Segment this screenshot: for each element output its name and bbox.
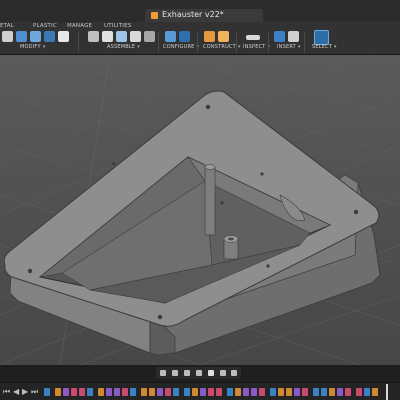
joint-origin-icon[interactable] <box>130 31 141 42</box>
ribbon-separator <box>268 32 269 52</box>
timeline-feature[interactable] <box>270 388 276 396</box>
viewports-icon[interactable] <box>231 370 237 376</box>
timeline-feature[interactable] <box>227 388 233 396</box>
insert-derive-icon[interactable] <box>274 31 285 42</box>
timeline-feature[interactable] <box>235 388 241 396</box>
move-copy-icon[interactable] <box>58 31 69 42</box>
group-modify[interactable]: MODIFY ▾ <box>20 44 45 50</box>
press-pull-icon[interactable] <box>2 31 13 42</box>
joint-icon[interactable] <box>102 31 113 42</box>
rigid-group-icon[interactable] <box>144 31 155 42</box>
ribbon-separator <box>304 32 305 52</box>
as-built-joint-icon[interactable] <box>116 31 127 42</box>
group-assemble[interactable]: ASSEMBLE ▾ <box>107 44 140 50</box>
timeline-feature[interactable] <box>302 388 308 396</box>
ribbon-separator <box>197 32 198 52</box>
timeline: ⏮ ◀ ▶ ⏭ <box>0 382 400 400</box>
combine-icon[interactable] <box>44 31 55 42</box>
timeline-feature[interactable] <box>364 388 370 396</box>
timeline-feature[interactable] <box>106 388 112 396</box>
timeline-feature[interactable] <box>157 388 163 396</box>
timeline-feature[interactable] <box>345 388 351 396</box>
tab-utilities[interactable]: UTILITIES <box>104 23 131 29</box>
document-title: Exhauster v22* <box>162 10 224 19</box>
offset-plane-icon[interactable] <box>204 31 215 42</box>
measure-icon[interactable] <box>246 35 260 40</box>
tab-plastic[interactable]: PLASTIC <box>33 23 57 29</box>
timeline-feature[interactable] <box>200 388 206 396</box>
configure-table-icon[interactable] <box>165 31 176 42</box>
timeline-feature[interactable] <box>208 388 214 396</box>
timeline-feature[interactable] <box>192 388 198 396</box>
configure-rule-icon[interactable] <box>179 31 190 42</box>
timeline-feature[interactable] <box>313 388 319 396</box>
midplane-icon[interactable] <box>218 31 229 42</box>
fusion-app-window: Exhauster v22* ETAL PLASTIC MANAGE UTILI… <box>0 0 400 400</box>
group-inspect[interactable]: INSPECT▾ <box>243 44 270 50</box>
timeline-feature[interactable] <box>114 388 120 396</box>
grid-icon[interactable] <box>220 370 226 376</box>
orbit-icon[interactable] <box>160 370 166 376</box>
timeline-feature[interactable] <box>321 388 327 396</box>
zoom-icon[interactable] <box>184 370 190 376</box>
timeline-feature[interactable] <box>337 388 343 396</box>
timeline-feature[interactable] <box>44 388 50 396</box>
timeline-feature[interactable] <box>286 388 292 396</box>
timeline-feature[interactable] <box>63 388 69 396</box>
group-select[interactable]: SELECT ▾ <box>312 44 337 50</box>
tab-manage[interactable]: MANAGE <box>67 23 92 29</box>
ribbon-separator <box>158 32 159 52</box>
timeline-feature[interactable] <box>356 388 362 396</box>
pan-icon[interactable] <box>172 370 178 376</box>
timeline-feature[interactable] <box>130 388 136 396</box>
document-tab[interactable]: Exhauster v22* <box>145 9 263 22</box>
timeline-feature[interactable] <box>71 388 77 396</box>
timeline-feature[interactable] <box>278 388 284 396</box>
group-construct[interactable]: CONSTRUCT ▾ <box>203 44 241 50</box>
model-canvas[interactable] <box>0 55 400 365</box>
timeline-feature[interactable] <box>98 388 104 396</box>
title-bar: Exhauster v22* <box>0 0 400 22</box>
timeline-feature[interactable] <box>149 388 155 396</box>
ribbon-separator <box>236 32 237 52</box>
display-settings-icon[interactable] <box>208 370 214 376</box>
timeline-feature[interactable] <box>79 388 85 396</box>
canvas-viewport[interactable] <box>0 55 400 365</box>
timeline-feature[interactable] <box>216 388 222 396</box>
fillet-icon[interactable] <box>16 31 27 42</box>
insert-image-icon[interactable] <box>288 31 299 42</box>
timeline-marker[interactable] <box>386 384 388 400</box>
ribbon-separator <box>78 32 79 52</box>
timeline-last-button[interactable]: ⏭ <box>31 387 38 397</box>
navigation-bar <box>156 367 241 379</box>
fit-icon[interactable] <box>196 370 202 376</box>
timeline-feature[interactable] <box>165 388 171 396</box>
timeline-feature[interactable] <box>372 388 378 396</box>
timeline-feature[interactable] <box>294 388 300 396</box>
timeline-feature[interactable] <box>243 388 249 396</box>
timeline-feature[interactable] <box>141 388 147 396</box>
toolbar-ribbon: ETAL PLASTIC MANAGE UTILITIES MODIFY ▾ AS… <box>0 22 400 55</box>
timeline-back-button[interactable]: ◀ <box>13 387 19 397</box>
timeline-feature[interactable] <box>329 388 335 396</box>
document-icon <box>151 12 158 19</box>
timeline-feature[interactable] <box>173 388 179 396</box>
timeline-feature[interactable] <box>55 388 61 396</box>
shell-icon[interactable] <box>30 31 41 42</box>
select-icon[interactable] <box>314 30 329 45</box>
tab-sheet-metal[interactable]: ETAL <box>0 23 14 29</box>
timeline-feature[interactable] <box>87 388 93 396</box>
group-insert[interactable]: INSERT ▾ <box>277 44 301 50</box>
timeline-feature[interactable] <box>122 388 128 396</box>
group-configure[interactable]: CONFIGURE▾ <box>163 44 199 50</box>
enclosure-body[interactable] <box>3 90 381 356</box>
timeline-play-button[interactable]: ▶ <box>22 387 28 397</box>
timeline-feature[interactable] <box>184 388 190 396</box>
new-component-icon[interactable] <box>88 31 99 42</box>
timeline-feature[interactable] <box>251 388 257 396</box>
timeline-feature[interactable] <box>259 388 265 396</box>
timeline-first-button[interactable]: ⏮ <box>3 387 10 397</box>
